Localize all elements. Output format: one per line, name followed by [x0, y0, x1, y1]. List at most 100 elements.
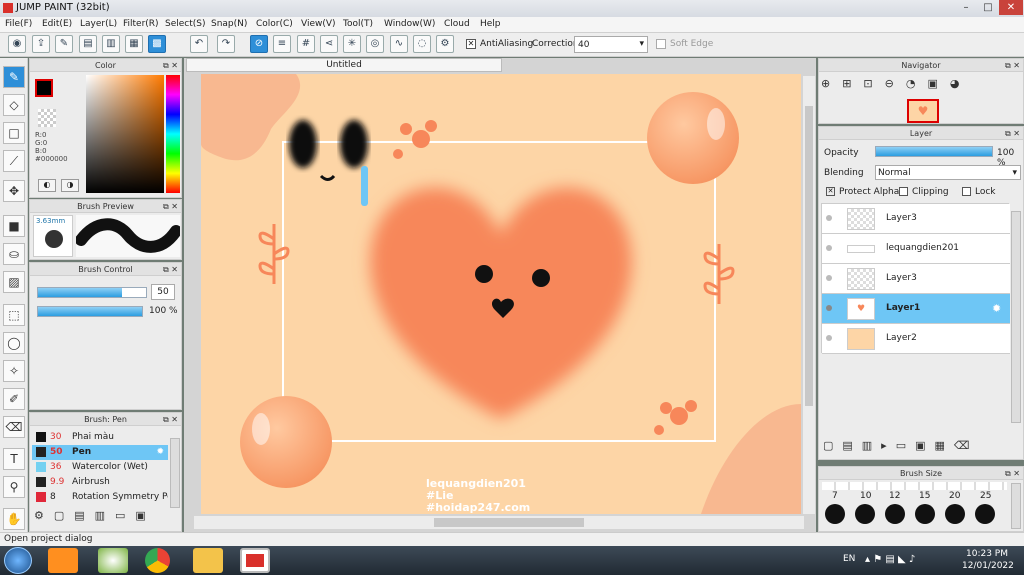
- layer-list-scrollbar[interactable]: [1011, 211, 1021, 423]
- brush-opacity-slider[interactable]: [37, 306, 143, 317]
- blending-select[interactable]: Normal ▾: [875, 165, 1021, 180]
- folder-icon[interactable]: [193, 548, 223, 573]
- menu-select[interactable]: Select(S): [165, 19, 206, 29]
- snap-off-icon[interactable]: ⊘: [250, 35, 268, 53]
- hue-slider[interactable]: [166, 75, 180, 193]
- rectangle-icon[interactable]: □: [3, 122, 25, 144]
- perspective-snap-icon[interactable]: ⋖: [320, 35, 338, 53]
- palette-add-icon[interactable]: ◑: [61, 179, 79, 192]
- tab-untitled[interactable]: Untitled: [186, 58, 502, 72]
- undo-icon[interactable]: ↶: [190, 35, 208, 53]
- menu-cloud[interactable]: Cloud: [444, 19, 470, 29]
- menu-color[interactable]: Color(C): [256, 19, 293, 29]
- brush-item[interactable]: 36 Watercolor (Wet): [32, 460, 168, 475]
- menu-help[interactable]: Help: [480, 19, 501, 29]
- select-pen-icon[interactable]: ✐: [3, 388, 25, 410]
- page-icon[interactable]: ▥: [102, 35, 120, 53]
- media-player-icon[interactable]: [48, 548, 78, 573]
- eyedropper-icon[interactable]: ⚲: [3, 476, 25, 498]
- app-icon[interactable]: [98, 548, 128, 573]
- brush-size-option[interactable]: 10: [860, 491, 871, 501]
- jump-paint-icon[interactable]: [240, 548, 270, 573]
- layer-row[interactable]: Layer3: [822, 204, 1010, 234]
- artwork-canvas[interactable]: lequangdien201 #Lie #hoidap247.com: [201, 74, 801, 514]
- bucket-icon[interactable]: ⛀: [3, 243, 25, 265]
- navigator-thumbnail[interactable]: ♥: [907, 99, 939, 123]
- menu-layer[interactable]: Layer(L): [80, 19, 117, 29]
- comic-icon[interactable]: ▩: [148, 35, 166, 53]
- comment-icon[interactable]: ✎: [55, 35, 73, 53]
- layer-row[interactable]: lequangdien201: [822, 234, 1010, 264]
- pen-tool-icon[interactable]: ✎: [3, 66, 25, 88]
- layer-actions[interactable]: ▢▤▥▸▭▣▦⌫: [823, 439, 1021, 457]
- redo-icon[interactable]: ↷: [217, 35, 235, 53]
- brush-item[interactable]: 8 Rotation Symmetry Pen: [32, 490, 168, 505]
- fill-rect-icon[interactable]: ■: [3, 215, 25, 237]
- clipping-checkbox[interactable]: [899, 187, 908, 196]
- horizontal-scrollbar[interactable]: [194, 516, 804, 529]
- chrome-icon[interactable]: [145, 548, 170, 573]
- brush-size-slider[interactable]: [37, 287, 147, 298]
- brush-size-option[interactable]: 15: [919, 491, 930, 501]
- brush-item[interactable]: 50 Pen ✹: [32, 445, 168, 460]
- select-rect-icon[interactable]: ⬚: [3, 304, 25, 326]
- close-icon[interactable]: ⧉ ✕: [163, 200, 178, 213]
- menu-filter[interactable]: Filter(R): [123, 19, 159, 29]
- layer-row[interactable]: Layer2: [822, 324, 1010, 354]
- brush-size-option[interactable]: 20: [949, 491, 960, 501]
- gradient-icon[interactable]: ▨: [3, 271, 25, 293]
- menu-file[interactable]: File(F): [5, 19, 32, 29]
- close-icon[interactable]: ⧉ ✕: [163, 59, 178, 72]
- grid-snap-icon[interactable]: #: [297, 35, 315, 53]
- soft-edge-checkbox[interactable]: [656, 39, 666, 49]
- brush-size-scrollbar[interactable]: [1011, 483, 1021, 529]
- eraser-icon[interactable]: ◇: [3, 94, 25, 116]
- close-icon[interactable]: ⧉ ✕: [163, 263, 178, 276]
- close-icon[interactable]: ⧉ ✕: [1005, 127, 1020, 140]
- primary-color-swatch[interactable]: [35, 79, 53, 97]
- hand-icon[interactable]: ✋: [3, 508, 25, 530]
- tray-icons[interactable]: ▴ ⚑ ▤ ◣ ♪: [865, 554, 915, 565]
- close-icon[interactable]: ⧉ ✕: [163, 413, 178, 426]
- brush-size-dots[interactable]: [823, 504, 1013, 526]
- transparent-swatch[interactable]: [38, 109, 56, 127]
- layer-row[interactable]: ♥ Layer1 ✹: [822, 294, 1010, 324]
- menu-tool[interactable]: Tool(T): [343, 19, 373, 29]
- clock-time[interactable]: 10:23 PM: [966, 549, 1008, 559]
- brush-size-input[interactable]: 50: [151, 284, 175, 300]
- menu-edit[interactable]: Edit(E): [42, 19, 72, 29]
- color-picker-area[interactable]: [86, 75, 164, 193]
- settings-icon[interactable]: ⚙: [436, 35, 454, 53]
- brush-size-option[interactable]: 25: [980, 491, 991, 501]
- start-button[interactable]: [4, 547, 32, 574]
- share-icon[interactable]: ⇪: [32, 35, 50, 53]
- move-icon[interactable]: ✥: [3, 180, 25, 202]
- menu-snap[interactable]: Snap(N): [211, 19, 247, 29]
- correction-select[interactable]: 40 ▾: [574, 36, 648, 53]
- circle-snap-icon[interactable]: ◎: [366, 35, 384, 53]
- brush-item[interactable]: 9.9 Airbrush: [32, 475, 168, 490]
- layer-row[interactable]: Layer3: [822, 264, 1010, 294]
- ellipse-snap-icon[interactable]: ◌: [413, 35, 431, 53]
- brush-list-scrollbar[interactable]: [170, 438, 180, 508]
- brush-item[interactable]: 30 Phai màu: [32, 430, 168, 445]
- lasso-icon[interactable]: ◯: [3, 332, 25, 354]
- select-eraser-icon[interactable]: ⌫: [3, 416, 25, 438]
- navigator-controls[interactable]: ⊕⊞⊡⊖◔▣◕: [821, 77, 1021, 95]
- minimize-button[interactable]: –: [955, 0, 977, 15]
- radial-snap-icon[interactable]: ✳: [343, 35, 361, 53]
- antialias-checkbox[interactable]: ✕: [466, 39, 476, 49]
- brush-size-option[interactable]: 7: [832, 491, 838, 501]
- menu-view[interactable]: View(V): [301, 19, 336, 29]
- close-icon[interactable]: ⧉ ✕: [1005, 467, 1020, 480]
- cloud-save-icon[interactable]: ◉: [8, 35, 26, 53]
- line-icon[interactable]: ⟋: [3, 150, 25, 172]
- parallel-snap-icon[interactable]: ≡: [273, 35, 291, 53]
- palette-icon[interactable]: ◐: [38, 179, 56, 192]
- close-button[interactable]: ✕: [999, 0, 1023, 15]
- vertical-scrollbar[interactable]: [803, 76, 815, 514]
- language-indicator[interactable]: EN: [843, 554, 855, 564]
- magic-wand-icon[interactable]: ✧: [3, 360, 25, 382]
- text-icon[interactable]: T: [3, 448, 25, 470]
- lock-checkbox[interactable]: [962, 187, 971, 196]
